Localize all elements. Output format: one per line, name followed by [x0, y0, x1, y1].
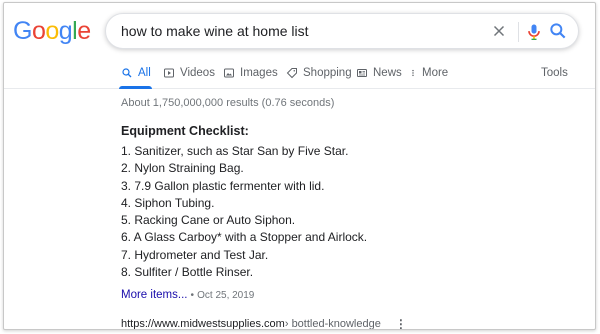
close-icon[interactable] [490, 22, 508, 40]
result-stats: About 1,750,000,000 results (0.76 second… [121, 97, 335, 109]
snippet-date: Oct 25, 2019 [197, 290, 255, 301]
tab-news[interactable]: News [356, 67, 402, 79]
tab-label: Images [240, 67, 278, 79]
list-item: 1. Sanitizer, such as Star San by Five S… [121, 144, 349, 158]
tab-all[interactable]: All [121, 67, 151, 79]
tab-more[interactable]: More [409, 67, 448, 79]
url-host: https://www.midwestsupplies.com [121, 318, 285, 330]
tools-label: Tools [541, 67, 568, 79]
tools-button[interactable]: Tools [541, 67, 568, 79]
microphone-icon[interactable] [524, 21, 544, 43]
logo-letter: e [77, 17, 91, 45]
browser-frame: Google how to make wine at home list All… [3, 2, 596, 330]
result-options-icon[interactable]: ⋮ [395, 317, 407, 329]
more-items-link[interactable]: More items... [121, 289, 187, 301]
newspaper-icon [357, 69, 367, 77]
bullet-separator: • [190, 290, 195, 301]
tab-shopping[interactable]: Shopping [286, 67, 352, 79]
logo-letter: o [31, 17, 46, 45]
logo-letter: g [58, 17, 73, 45]
tab-images[interactable]: Images [223, 67, 278, 79]
tab-label: Videos [180, 67, 215, 79]
active-tab-indicator [119, 86, 152, 89]
list-item: 3. 7.9 Gallon plastic fermenter with lid… [121, 178, 325, 193]
result-url[interactable]: https://www.midwestsupplies.com › bottle… [121, 317, 407, 330]
snippet-meta: More items... • Oct 25, 2019 [121, 289, 254, 301]
tab-label: News [373, 67, 402, 79]
list-item: 4. Siphon Tubing. [121, 195, 215, 210]
tab-videos[interactable]: Videos [163, 67, 215, 79]
google-logo[interactable]: Google [13, 17, 91, 46]
list-item: 2. Nylon Straining Bag. [121, 161, 244, 176]
snippet-list: 1. Sanitizer, such as Star San by Five S… [121, 143, 367, 281]
list-item: 7. Hydrometer and Test Jar. [121, 247, 269, 262]
tab-label: All [138, 67, 151, 79]
tag-icon [286, 68, 297, 79]
url-breadcrumb: › bottled-knowledge [284, 318, 381, 330]
snippet-heading: Equipment Checklist: [121, 124, 249, 138]
tab-label: More [422, 67, 449, 79]
search-icon[interactable] [548, 21, 568, 41]
play-icon [164, 68, 174, 78]
list-item: 8. Sulfiter / Bottle Rinser. [121, 265, 254, 280]
search-header: Google how to make wine at home list All… [4, 3, 595, 89]
search-tabs: All Videos Images Shopping News More Too… [4, 63, 595, 89]
image-icon [224, 68, 234, 78]
divider [518, 22, 519, 42]
search-icon [122, 68, 132, 78]
logo-letter: G [13, 17, 32, 45]
search-box[interactable]: how to make wine at home list [105, 13, 579, 49]
list-item: 5. Racking Cane or Auto Siphon. [121, 213, 296, 228]
tab-label: Shopping [303, 67, 352, 79]
list-item: 6. A Glass Carboy* with a Stopper and Ai… [121, 230, 368, 245]
logo-letter: o [45, 17, 59, 45]
kebab-icon [412, 69, 414, 77]
search-input[interactable]: how to make wine at home list [121, 23, 309, 39]
